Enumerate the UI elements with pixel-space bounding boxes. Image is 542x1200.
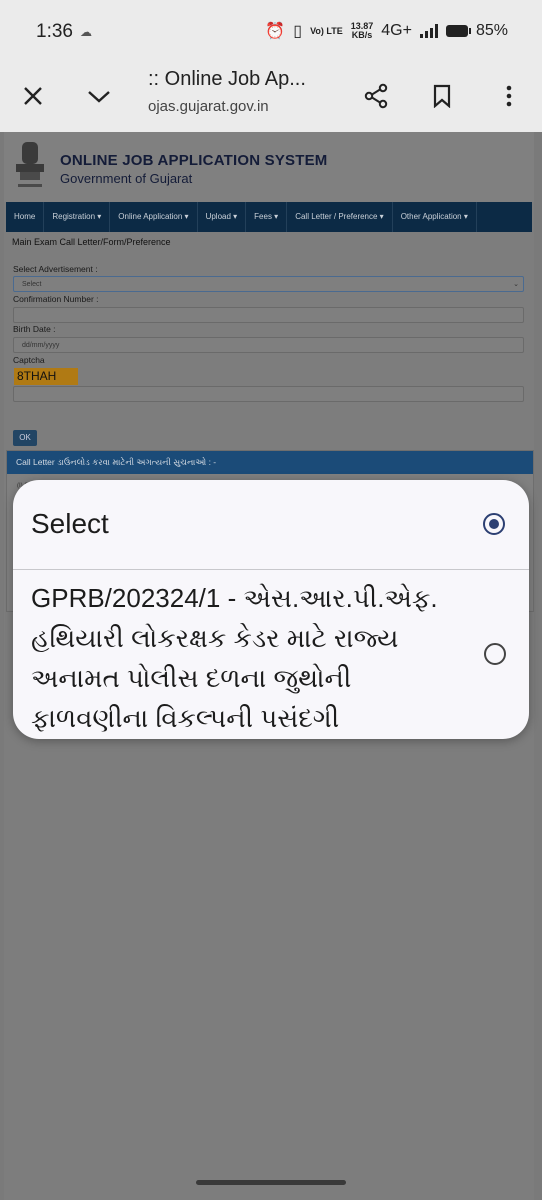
signal-icon xyxy=(419,24,438,38)
network-type: 4G+ xyxy=(381,22,412,39)
confirmation-input[interactable] xyxy=(13,307,524,323)
nav-fees[interactable]: Fees ▾ xyxy=(246,202,288,232)
site-subtitle: Government of Gujarat xyxy=(60,171,193,186)
breadcrumb: Main Exam Call Letter/Form/Preference xyxy=(12,237,171,247)
nav-registration[interactable]: Registration ▾ xyxy=(44,202,111,232)
page-title: :: Online Job Ap... xyxy=(148,68,306,90)
battery-icon xyxy=(445,25,471,37)
option-select[interactable]: Select xyxy=(13,480,529,569)
nav-call-letter[interactable]: Call Letter / Preference ▾ xyxy=(287,202,393,232)
radio-selected-icon[interactable] xyxy=(483,513,505,535)
option-label: Select xyxy=(31,508,109,539)
bookmark-icon[interactable] xyxy=(422,76,462,116)
status-bar: 1:36 ☁ ⏰ ▯ Vo) LTE 13.87 KB/s 4G+ 85% xyxy=(0,0,542,62)
captcha-image: 8THAH xyxy=(14,368,78,385)
site-title: ONLINE JOB APPLICATION SYSTEM xyxy=(60,152,328,169)
cloud-icon: ☁ xyxy=(80,25,92,39)
alarm-icon: ⏰ xyxy=(265,23,286,40)
advertisement-select[interactable]: Select ⌄ xyxy=(13,276,524,292)
battery-level: 85% xyxy=(475,22,508,39)
birth-date-input[interactable]: dd/mm/yyyy xyxy=(13,337,524,353)
close-icon[interactable] xyxy=(13,76,53,116)
emblem-icon xyxy=(12,138,48,196)
option-label: GPRB/202324/1 - એસ.આર.પી.એફ. હથિયારી લોક… xyxy=(31,583,438,733)
gesture-nav-handle[interactable] xyxy=(196,1180,346,1185)
more-options-icon[interactable] xyxy=(489,76,529,116)
site-header: ONLINE JOB APPLICATION SYSTEM Government… xyxy=(4,132,534,202)
nav-other-application[interactable]: Other Application ▾ xyxy=(393,202,477,232)
status-icons: ⏰ ▯ Vo) LTE 13.87 KB/s 4G+ 85% xyxy=(265,21,508,41)
radio-unselected-icon[interactable] xyxy=(484,643,506,665)
panel-header: Call Letter ડાઉનલોડ કરવા માટેની અગત્યની … xyxy=(7,451,533,474)
chevron-down-icon[interactable] xyxy=(79,76,119,116)
chevron-down-icon: ⌄ xyxy=(513,281,519,288)
volte-indicator: Vo) LTE xyxy=(310,25,343,36)
captcha-input[interactable] xyxy=(13,386,524,402)
captcha-label: Captcha xyxy=(13,355,45,365)
page-url[interactable]: ojas.gujarat.gov.in xyxy=(148,98,269,115)
share-icon[interactable] xyxy=(356,76,396,116)
confirmation-label: Confirmation Number : xyxy=(13,294,99,304)
nav-home[interactable]: Home xyxy=(6,202,45,232)
option-gprb-202324-1[interactable]: GPRB/202324/1 - એસ.આર.પી.એફ. હથિયારી લોક… xyxy=(13,570,529,739)
select-dialog: Select GPRB/202324/1 - એસ.આર.પી.એફ. હથિય… xyxy=(13,480,529,739)
advertisement-label: Select Advertisement : xyxy=(13,264,98,274)
nav-upload[interactable]: Upload ▾ xyxy=(198,202,247,232)
vibrate-icon: ▯ xyxy=(293,23,303,40)
status-time: 1:36 xyxy=(36,21,73,42)
birth-date-label: Birth Date : xyxy=(13,324,56,334)
nav-online-application[interactable]: Online Application ▾ xyxy=(110,202,198,232)
ok-button[interactable]: OK xyxy=(13,430,37,446)
data-speed: 13.87 KB/s xyxy=(350,21,374,40)
site-navbar: Home Registration ▾ Online Application ▾… xyxy=(6,202,532,232)
